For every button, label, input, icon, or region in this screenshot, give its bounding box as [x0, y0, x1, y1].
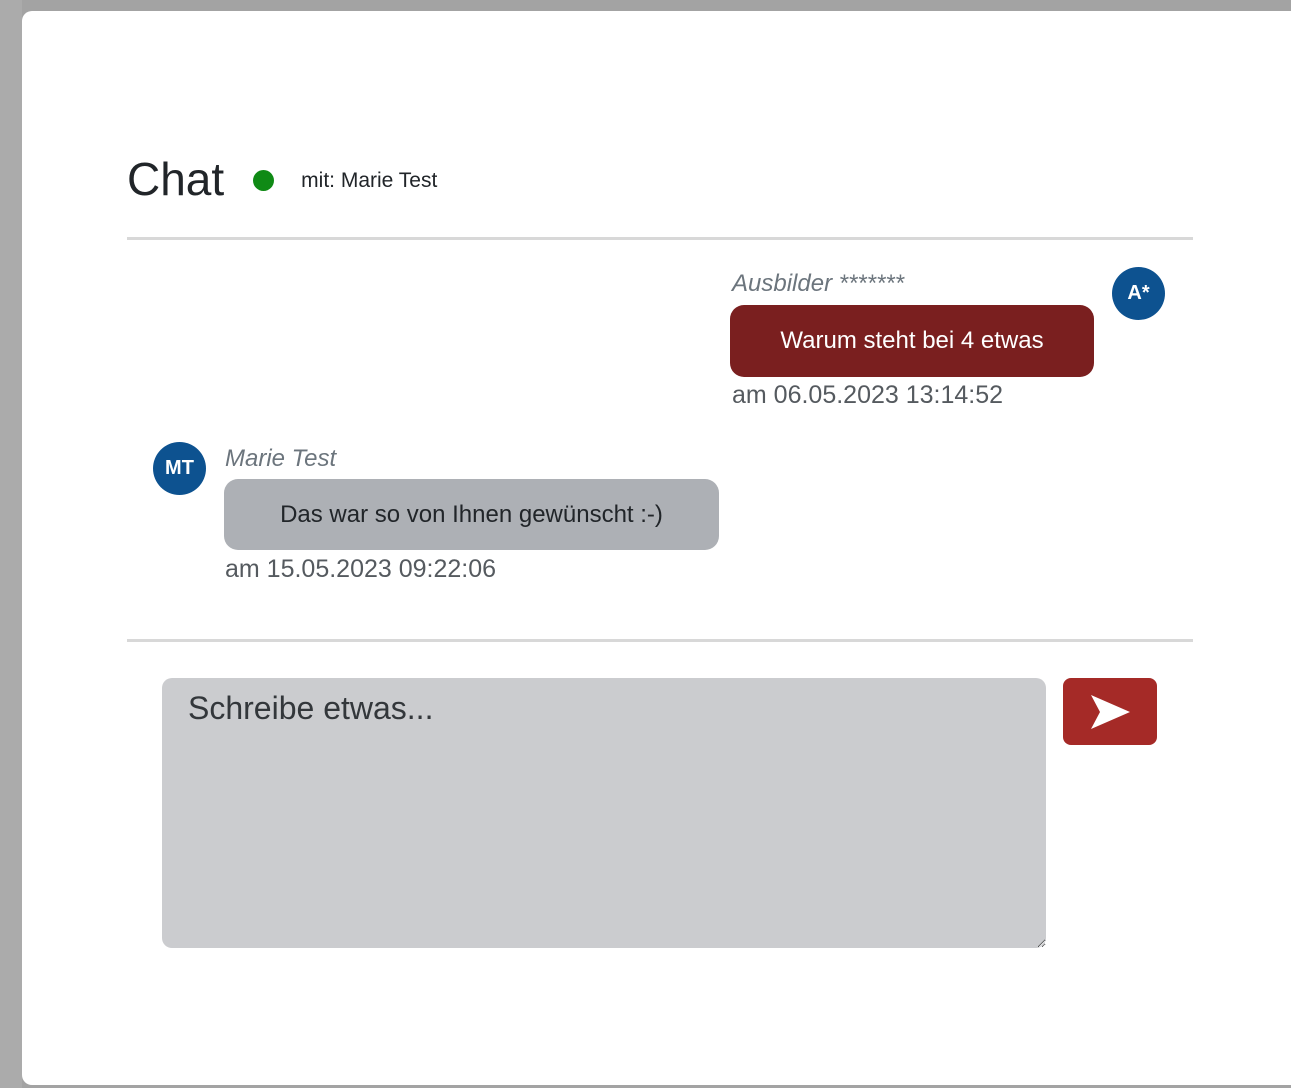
- chat-modal: Chat mit: Marie Test A* Ausbilder ******…: [22, 11, 1291, 1085]
- message-timestamp: am 06.05.2023 13:14:52: [732, 381, 1004, 409]
- send-arrow-icon: [1091, 694, 1130, 729]
- send-button[interactable]: [1063, 678, 1157, 745]
- chat-title: Chat: [127, 153, 225, 205]
- online-status-icon: [253, 169, 275, 191]
- chat-header: Chat mit: Marie Test: [127, 149, 437, 209]
- avatar: MT: [153, 442, 206, 495]
- avatar: A*: [1112, 267, 1165, 320]
- message-bubble: Das war so von Ihnen gewünscht :-): [224, 479, 719, 550]
- header-divider: [127, 237, 1193, 240]
- message-sender: Ausbilder *******: [732, 270, 905, 297]
- message-input[interactable]: [162, 678, 1046, 948]
- message-bubble: Warum steht bei 4 etwas: [730, 305, 1094, 377]
- chat-partner-label: mit: Marie Test: [301, 169, 438, 192]
- message-sender: Marie Test: [225, 445, 337, 472]
- background-page: [0, 0, 22, 1088]
- composer-divider: [127, 639, 1193, 642]
- message-timestamp: am 15.05.2023 09:22:06: [225, 555, 497, 583]
